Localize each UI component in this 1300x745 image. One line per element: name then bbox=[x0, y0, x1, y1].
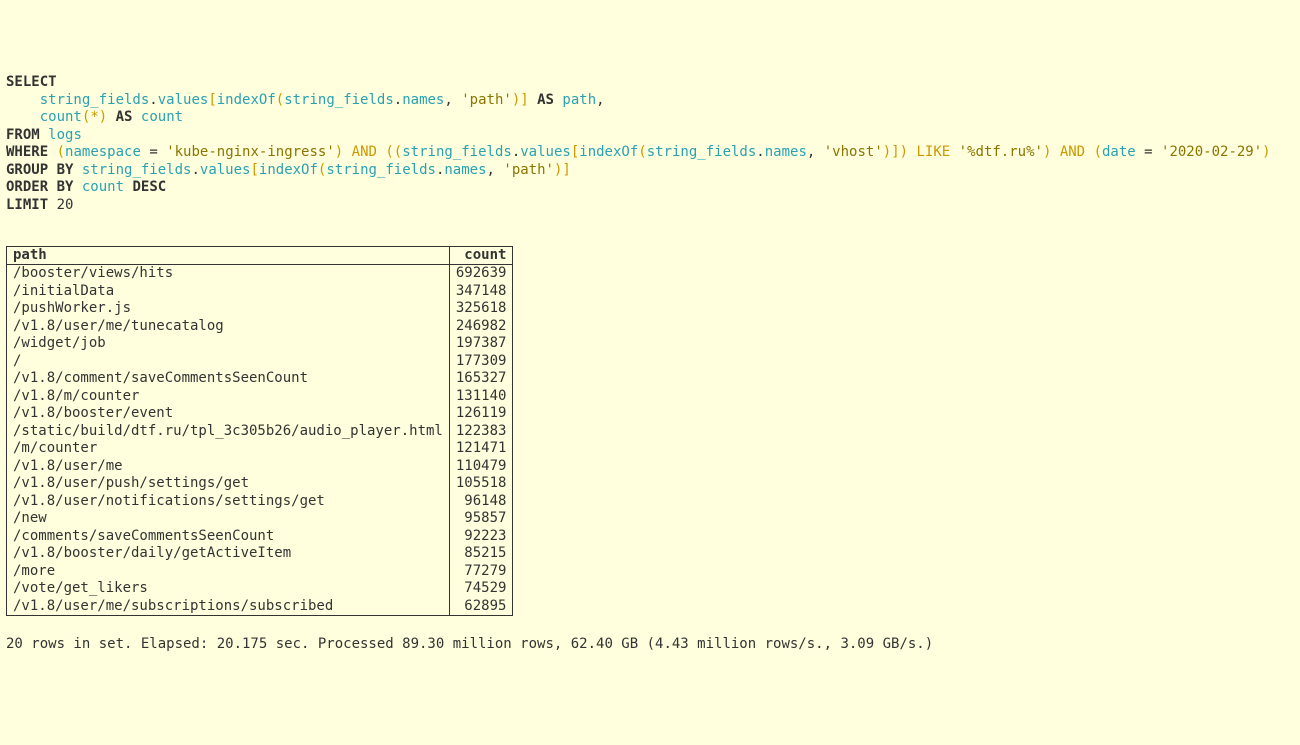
str-like: '%dtf.ru%' bbox=[959, 144, 1043, 160]
table-row: /m/counter121471 bbox=[7, 440, 513, 458]
alias-count: count bbox=[141, 109, 183, 125]
cell-path: /v1.8/booster/daily/getActiveItem bbox=[7, 545, 450, 563]
cell-path: /more bbox=[7, 563, 450, 581]
cell-count: 110479 bbox=[449, 458, 513, 476]
cell-count: 131140 bbox=[449, 388, 513, 406]
kw-orderby: ORDER BY bbox=[6, 179, 73, 195]
cell-path: /widget/job bbox=[7, 335, 450, 353]
table-row: /v1.8/user/me/subscriptions/subscribed62… bbox=[7, 598, 513, 616]
cell-count: 325618 bbox=[449, 300, 513, 318]
cell-count: 96148 bbox=[449, 493, 513, 511]
cell-count: 95857 bbox=[449, 510, 513, 528]
kw-from: FROM bbox=[6, 127, 40, 143]
id-values: values bbox=[158, 92, 209, 108]
table-row: /v1.8/m/counter131140 bbox=[7, 388, 513, 406]
kw-select: SELECT bbox=[6, 74, 57, 90]
id-logs: logs bbox=[48, 127, 82, 143]
cell-path: /initialData bbox=[7, 283, 450, 301]
cell-path: /vote/get_likers bbox=[7, 580, 450, 598]
cell-count: 105518 bbox=[449, 475, 513, 493]
str-date: '2020-02-29' bbox=[1161, 144, 1262, 160]
op-like: LIKE bbox=[917, 144, 951, 160]
cell-count: 121471 bbox=[449, 440, 513, 458]
cell-path: /comments/saveCommentsSeenCount bbox=[7, 528, 450, 546]
cell-path: /new bbox=[7, 510, 450, 528]
table-row: /v1.8/user/me/tunecatalog246982 bbox=[7, 318, 513, 336]
sql-query: SELECT string_fields.values[indexOf(stri… bbox=[6, 74, 1294, 214]
cell-count: 92223 bbox=[449, 528, 513, 546]
cell-path: /static/build/dtf.ru/tpl_3c305b26/audio_… bbox=[7, 423, 450, 441]
cell-path: /v1.8/user/push/settings/get bbox=[7, 475, 450, 493]
cell-count: 246982 bbox=[449, 318, 513, 336]
table-row: /comments/saveCommentsSeenCount92223 bbox=[7, 528, 513, 546]
cell-count: 62895 bbox=[449, 598, 513, 616]
kw-limit: LIMIT bbox=[6, 197, 48, 213]
cell-count: 165327 bbox=[449, 370, 513, 388]
fn-indexof: indexOf bbox=[217, 92, 276, 108]
op-and: AND bbox=[352, 144, 377, 160]
cell-path: /v1.8/user/me/tunecatalog bbox=[7, 318, 450, 336]
cell-path: /v1.8/comment/saveCommentsSeenCount bbox=[7, 370, 450, 388]
table-row: /new95857 bbox=[7, 510, 513, 528]
cell-path: /booster/views/hits bbox=[7, 265, 450, 283]
cell-count: 692639 bbox=[449, 265, 513, 283]
cell-path: /v1.8/booster/event bbox=[7, 405, 450, 423]
str-path: 'path' bbox=[461, 92, 512, 108]
table-row: /v1.8/user/me110479 bbox=[7, 458, 513, 476]
table-row: /booster/views/hits692639 bbox=[7, 265, 513, 283]
cell-count: 77279 bbox=[449, 563, 513, 581]
fn-count: count bbox=[40, 109, 82, 125]
id-string-fields: string_fields bbox=[40, 92, 150, 108]
id-namespace: namespace bbox=[65, 144, 141, 160]
table-row: /v1.8/user/notifications/settings/get961… bbox=[7, 493, 513, 511]
col-header-path: path bbox=[7, 246, 450, 265]
str-namespace: 'kube-nginx-ingress' bbox=[166, 144, 335, 160]
str-vhost: 'vhost' bbox=[824, 144, 883, 160]
cell-count: 177309 bbox=[449, 353, 513, 371]
table-row: /v1.8/comment/saveCommentsSeenCount16532… bbox=[7, 370, 513, 388]
table-row: /static/build/dtf.ru/tpl_3c305b26/audio_… bbox=[7, 423, 513, 441]
cell-path: /v1.8/m/counter bbox=[7, 388, 450, 406]
table-row: /pushWorker.js325618 bbox=[7, 300, 513, 318]
cell-count: 197387 bbox=[449, 335, 513, 353]
table-row: /177309 bbox=[7, 353, 513, 371]
status-line: 20 rows in set. Elapsed: 20.175 sec. Pro… bbox=[6, 636, 1294, 654]
cell-count: 74529 bbox=[449, 580, 513, 598]
cell-path: / bbox=[7, 353, 450, 371]
col-header-count: count bbox=[449, 246, 513, 265]
cell-count: 126119 bbox=[449, 405, 513, 423]
table-row: /vote/get_likers74529 bbox=[7, 580, 513, 598]
cell-path: /m/counter bbox=[7, 440, 450, 458]
alias-path: path bbox=[562, 92, 596, 108]
cell-count: 122383 bbox=[449, 423, 513, 441]
kw-where: WHERE bbox=[6, 144, 48, 160]
result-table: path count /booster/views/hits692639/ini… bbox=[6, 246, 513, 617]
cell-count: 85215 bbox=[449, 545, 513, 563]
table-row: /v1.8/booster/daily/getActiveItem85215 bbox=[7, 545, 513, 563]
table-row: /v1.8/booster/event126119 bbox=[7, 405, 513, 423]
cell-path: /v1.8/user/me bbox=[7, 458, 450, 476]
table-row: /more77279 bbox=[7, 563, 513, 581]
limit-n: 20 bbox=[57, 197, 74, 213]
cell-path: /pushWorker.js bbox=[7, 300, 450, 318]
kw-groupby: GROUP BY bbox=[6, 162, 73, 178]
cell-path: /v1.8/user/notifications/settings/get bbox=[7, 493, 450, 511]
cell-path: /v1.8/user/me/subscriptions/subscribed bbox=[7, 598, 450, 616]
table-row: /widget/job197387 bbox=[7, 335, 513, 353]
id-date: date bbox=[1102, 144, 1136, 160]
cell-count: 347148 bbox=[449, 283, 513, 301]
table-row: /initialData347148 bbox=[7, 283, 513, 301]
table-row: /v1.8/user/push/settings/get105518 bbox=[7, 475, 513, 493]
